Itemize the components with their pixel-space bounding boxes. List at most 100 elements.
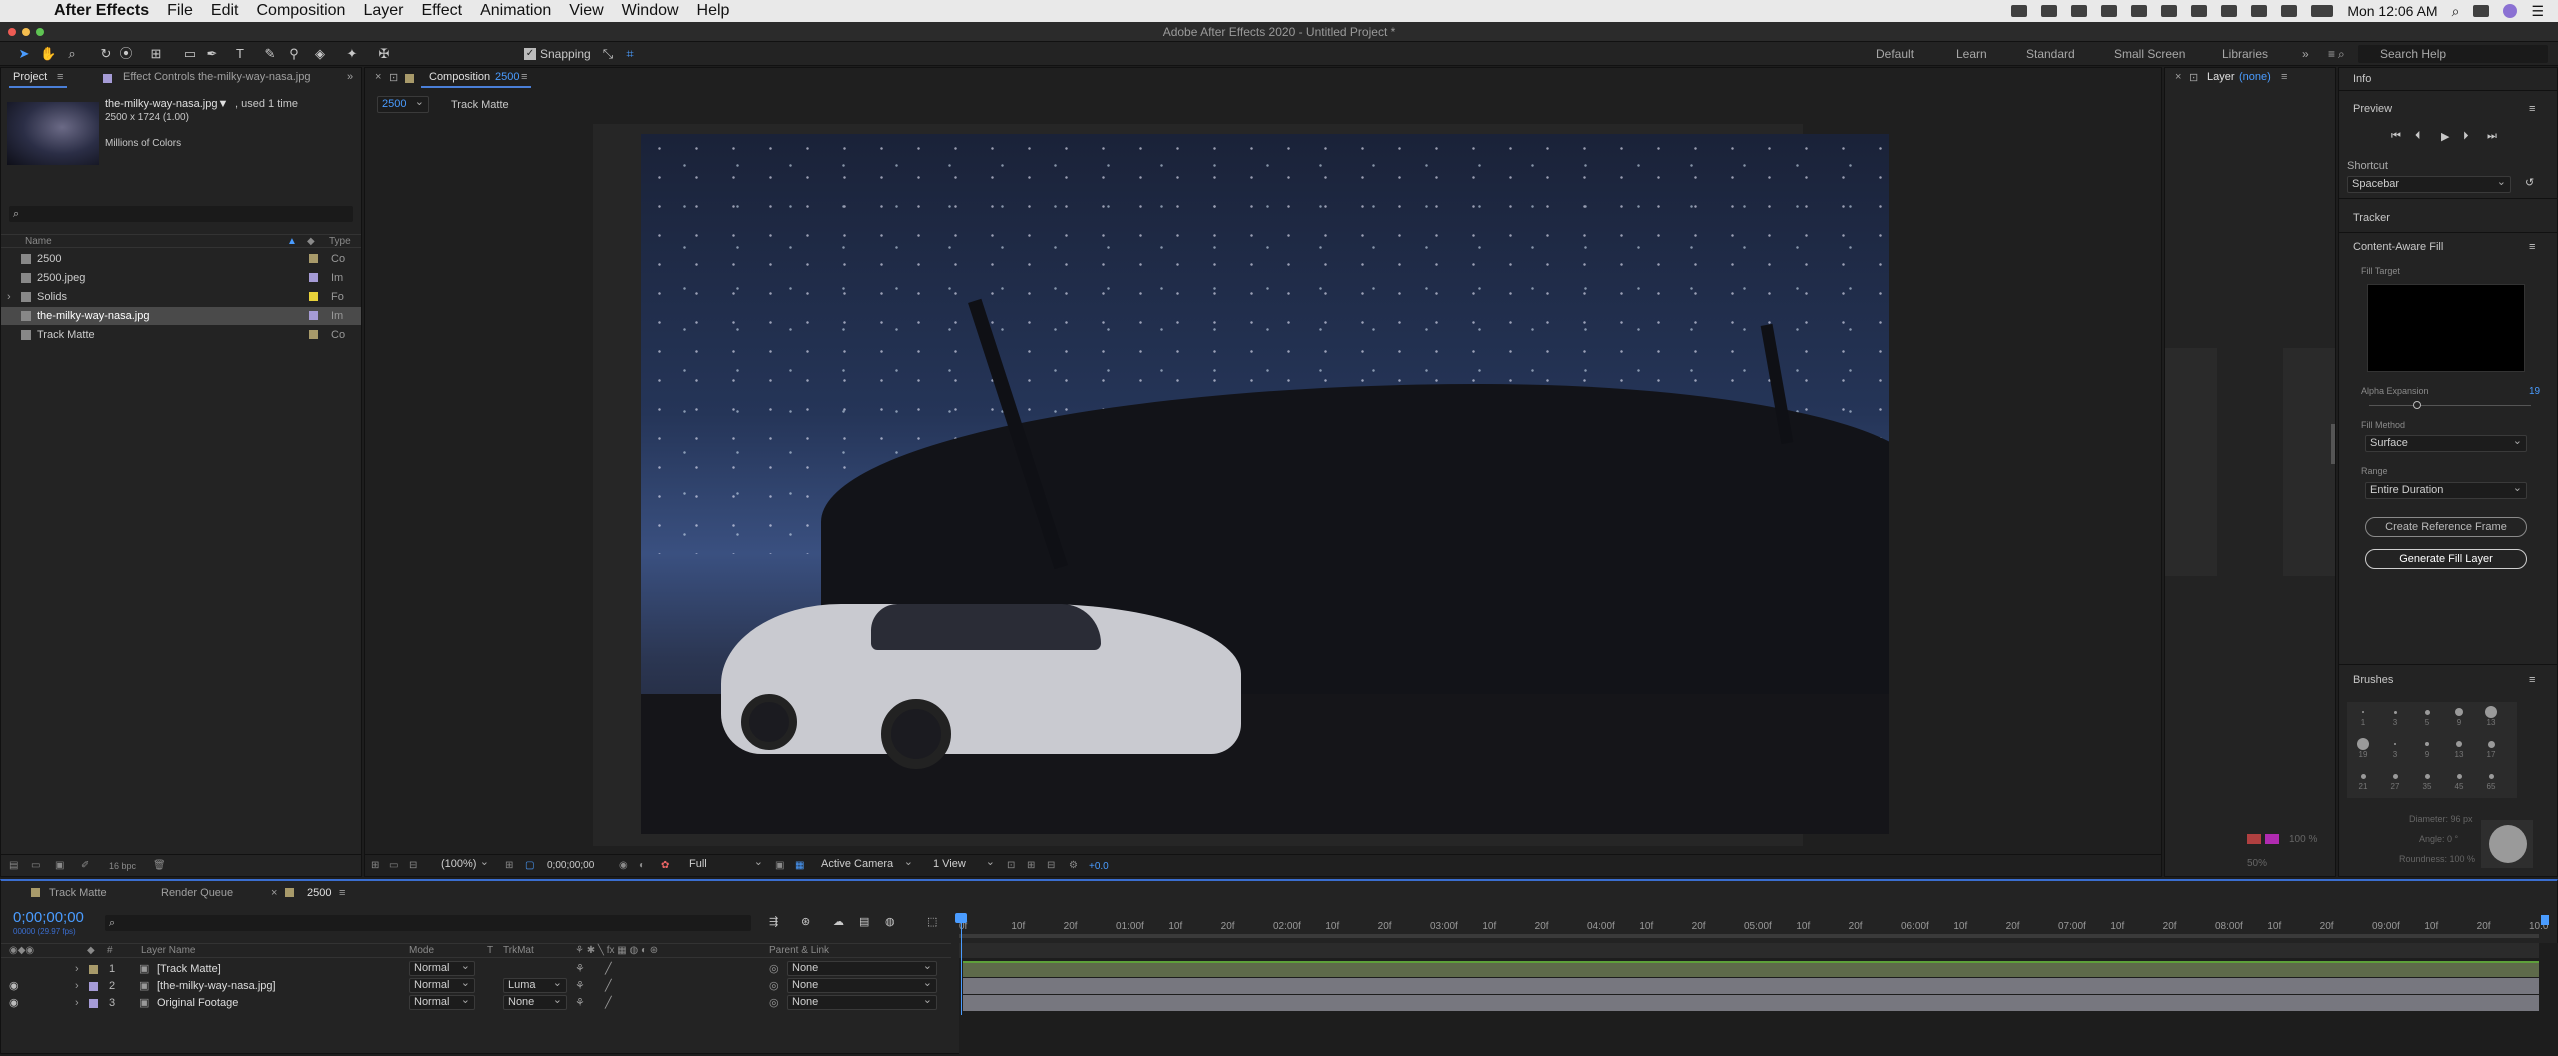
content-aware-fill-title[interactable]: Content-Aware Fill bbox=[2353, 241, 2443, 253]
motion-blur-icon[interactable]: ◍ bbox=[885, 915, 895, 928]
work-area-end-handle[interactable] bbox=[2541, 915, 2549, 925]
frame-blending-icon[interactable]: ▤ bbox=[859, 915, 869, 928]
last-frame-icon[interactable]: ⏭ bbox=[2487, 130, 2497, 143]
notification-center-icon[interactable]: ☰ bbox=[2531, 3, 2544, 20]
close-tab-icon[interactable]: × bbox=[271, 887, 277, 899]
alpha-expansion-slider-handle[interactable] bbox=[2413, 401, 2421, 409]
timeline-panel-menu-icon[interactable]: ≡ bbox=[339, 887, 345, 899]
menu-animation[interactable]: Animation bbox=[480, 2, 551, 20]
shy-switch-icon[interactable]: ⚘ bbox=[575, 961, 585, 978]
siri-icon[interactable] bbox=[2503, 4, 2518, 18]
caf-panel-menu-icon[interactable]: ≡ bbox=[2529, 241, 2535, 253]
brush-preset[interactable] bbox=[2425, 742, 2429, 746]
layer-name[interactable]: Original Footage bbox=[157, 995, 238, 1012]
viewer-area[interactable] bbox=[365, 118, 2161, 852]
alpha-expansion-slider[interactable] bbox=[2369, 405, 2531, 406]
brush-preset[interactable] bbox=[2456, 773, 2462, 779]
av-features-icon[interactable]: ◉◆◉ bbox=[9, 945, 34, 956]
tab-effect-controls[interactable]: Effect Controls the-milky-way-nasa.jpg bbox=[123, 71, 310, 83]
project-item[interactable]: the-milky-way-nasa.jpg Im bbox=[1, 307, 361, 325]
project-item[interactable]: 2500 Co bbox=[1, 250, 361, 268]
workspace-default[interactable]: Default bbox=[1876, 47, 1914, 61]
label-color-swatch[interactable] bbox=[309, 330, 318, 339]
layer-parent-dropdown[interactable]: None bbox=[787, 960, 937, 976]
layer-bar-original-footage[interactable] bbox=[963, 995, 2539, 1011]
tab-track-matte[interactable]: Track Matte bbox=[49, 887, 107, 899]
layer-viewer-area[interactable] bbox=[2283, 348, 2335, 576]
new-folder-icon[interactable]: ▭ bbox=[31, 860, 40, 871]
draft-3d-icon[interactable]: ⊛ bbox=[801, 915, 810, 928]
tab-2500[interactable]: 2500 bbox=[307, 887, 331, 899]
column-type[interactable]: Type bbox=[329, 236, 351, 247]
shy-switch-icon[interactable]: ⚘ bbox=[575, 995, 585, 1012]
menu-edit[interactable]: Edit bbox=[211, 2, 239, 20]
timeline-search-input[interactable]: ⌕ bbox=[105, 915, 751, 931]
brush-preset[interactable] bbox=[2455, 708, 2463, 716]
project-item[interactable]: 2500.jpeg Im bbox=[1, 269, 361, 287]
roto-brush-tool-icon[interactable]: ✦ bbox=[344, 46, 360, 62]
layer-parent-dropdown[interactable]: None bbox=[787, 994, 937, 1010]
workspace-menu-icon[interactable]: ≡ bbox=[2328, 47, 2335, 61]
track-area[interactable] bbox=[955, 913, 2558, 1056]
menu-file[interactable]: File bbox=[167, 2, 193, 20]
workspace-learn[interactable]: Learn bbox=[1956, 47, 1987, 61]
adjust-settings-icon[interactable]: ✐ bbox=[81, 860, 89, 871]
timeline-layer-row[interactable]: ◉ › 3 ▣ Original Footage Normal None ⚘ ╱ ◎ None bbox=[1, 994, 951, 1012]
shy-switch-icon[interactable]: ⚘ bbox=[575, 978, 585, 995]
brush-tool-icon[interactable]: ✎ bbox=[262, 46, 278, 62]
flowchart-icon[interactable]: ⊟ bbox=[1047, 860, 1055, 871]
delete-icon[interactable]: 🗑 bbox=[153, 860, 166, 871]
snapshot-icon[interactable]: ◉ bbox=[619, 860, 628, 871]
layer-opacity-value[interactable]: 100 % bbox=[2289, 834, 2317, 845]
shortcut-dropdown[interactable]: Spacebar bbox=[2347, 175, 2511, 193]
search-help-icon-button[interactable]: ⌕ bbox=[2338, 47, 2345, 62]
brush-preset[interactable] bbox=[2456, 741, 2462, 747]
work-area-bar[interactable] bbox=[959, 934, 2539, 938]
status-icon[interactable] bbox=[2011, 5, 2028, 17]
switches-icons[interactable]: ⚘ ✱ ╲ fx ▦ ◍ ◐ ⊛ bbox=[575, 945, 658, 956]
lock-icon[interactable]: ⊡ bbox=[2189, 71, 2198, 84]
workspace-standard[interactable]: Standard bbox=[2026, 47, 2075, 61]
layer-mode-dropdown[interactable]: Normal bbox=[409, 977, 475, 993]
status-icon[interactable] bbox=[2191, 5, 2208, 17]
brush-preset[interactable] bbox=[2394, 743, 2396, 745]
brush-preset[interactable] bbox=[2424, 773, 2430, 779]
breadcrumb-active-comp[interactable]: 2500 bbox=[377, 95, 429, 113]
snap-options-icon[interactable]: ⤡ bbox=[600, 46, 616, 62]
brush-preset[interactable] bbox=[2393, 710, 2397, 714]
brush-preset[interactable] bbox=[2424, 709, 2430, 715]
tracker-panel-title[interactable]: Tracker bbox=[2353, 212, 2390, 224]
sort-arrow-icon[interactable]: ▲ bbox=[287, 236, 297, 247]
snapping-checkbox[interactable]: ✓ bbox=[524, 48, 536, 60]
breadcrumb-track-matte[interactable]: Track Matte bbox=[451, 99, 509, 111]
minimize-window-button[interactable] bbox=[22, 28, 30, 36]
column-mode[interactable]: Mode bbox=[409, 945, 434, 956]
wifi-icon[interactable] bbox=[2251, 5, 2268, 17]
column-trkmat[interactable]: TrkMat bbox=[503, 945, 534, 956]
close-tab-icon[interactable]: × bbox=[2175, 71, 2181, 83]
alpha-expansion-value[interactable]: 19 bbox=[2529, 386, 2540, 397]
preview-panel-menu-icon[interactable]: ≡ bbox=[2529, 103, 2535, 115]
label-color-swatch[interactable] bbox=[309, 254, 318, 263]
layer-panel-menu-icon[interactable]: ≡ bbox=[2281, 71, 2287, 83]
layer-parent-dropdown[interactable]: None bbox=[787, 977, 937, 993]
selected-item-name[interactable]: the-milky-way-nasa.jpg▼ bbox=[105, 98, 228, 110]
quality-switch-icon[interactable]: ╱ bbox=[605, 961, 612, 978]
region-icon[interactable]: ▭ bbox=[389, 860, 398, 871]
spotlight-icon[interactable]: ⌕ bbox=[2452, 3, 2460, 20]
exposure-value[interactable]: +0.0 bbox=[1089, 861, 1109, 872]
pan-behind-tool-icon[interactable]: ⊞ bbox=[148, 46, 164, 62]
layer-label-swatch[interactable] bbox=[89, 965, 98, 974]
project-item[interactable]: Track Matte Co bbox=[1, 326, 361, 344]
reset-shortcut-icon[interactable]: ↺ bbox=[2525, 176, 2534, 189]
volume-icon[interactable] bbox=[2281, 5, 2298, 17]
lock-icon[interactable]: ⊡ bbox=[389, 71, 398, 84]
timeline-layer-row[interactable]: › 1 ▣ [Track Matte] Normal ⚘ ╱ ◎ None bbox=[1, 960, 951, 978]
label-color-swatch[interactable] bbox=[309, 273, 318, 282]
quality-switch-icon[interactable]: ╱ bbox=[605, 995, 612, 1012]
shy-layers-icon[interactable]: ☁ bbox=[833, 915, 844, 928]
reset-exposure-icon[interactable]: ⚙ bbox=[1069, 860, 1078, 871]
new-composition-icon[interactable]: ▣ bbox=[55, 860, 64, 871]
zoom-window-button[interactable] bbox=[36, 28, 44, 36]
control-center-icon[interactable] bbox=[2473, 5, 2490, 17]
